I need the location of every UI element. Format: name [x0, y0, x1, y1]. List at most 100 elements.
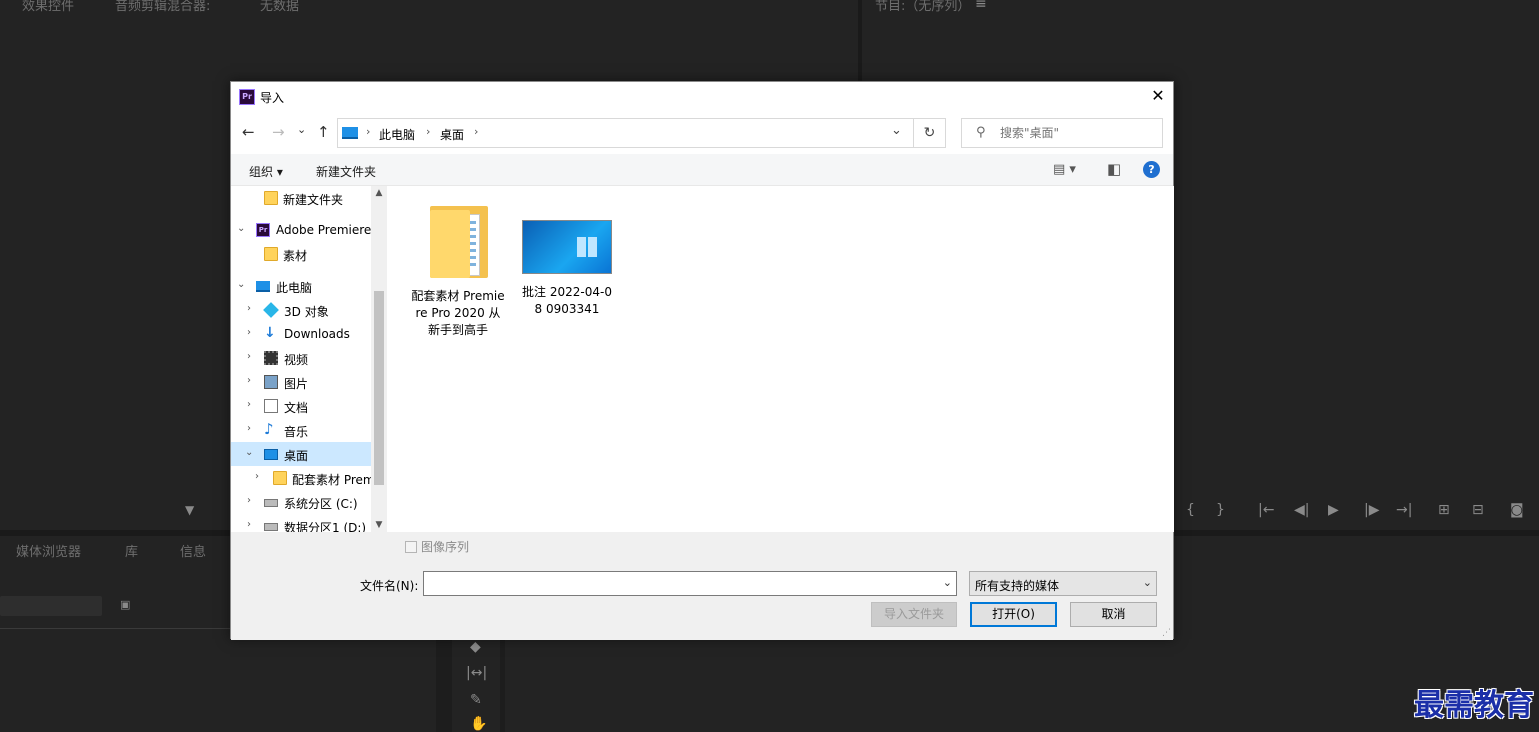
- navigation-pane: 新建文件夹 ⌄ Pr Adobe Premiere 素材 ⌄ 此电脑 › 3D …: [231, 186, 387, 532]
- view-options-icon[interactable]: ▤ ▾: [1053, 162, 1076, 177]
- filename-input[interactable]: ⌄: [423, 571, 957, 596]
- program-monitor-title[interactable]: 节目:（无序列）: [875, 0, 970, 14]
- search-box[interactable]: ⚲: [961, 118, 1163, 148]
- extract-icon[interactable]: ⊟: [1472, 502, 1484, 518]
- tree-item-pictures[interactable]: › 图片: [231, 370, 371, 394]
- scroll-down-icon[interactable]: ▼: [371, 520, 387, 530]
- folder-icon: [264, 247, 278, 261]
- slip-tool-icon[interactable]: |↔|: [466, 665, 487, 681]
- tree-item-desktop[interactable]: ⌄ 桌面: [231, 442, 371, 466]
- tree-item-drive-d[interactable]: › 数据分区1 (D:): [231, 514, 371, 532]
- add-marker-icon[interactable]: ▼: [185, 503, 194, 517]
- recent-locations-icon[interactable]: ⌄: [297, 123, 306, 136]
- hand-tool-icon[interactable]: ✋: [470, 716, 487, 732]
- desktop-icon: [264, 449, 278, 460]
- breadcrumb-this-pc[interactable]: 此电脑: [379, 126, 415, 143]
- chevron-down-icon[interactable]: ⌄: [1143, 576, 1152, 589]
- tree-item-premiere-materials[interactable]: › 配套素材 Prem: [231, 466, 371, 490]
- computer-icon: [256, 281, 270, 292]
- tree-item-music[interactable]: › ♪ 音乐: [231, 418, 371, 442]
- chevron-right-icon[interactable]: ›: [247, 327, 251, 338]
- new-folder-button[interactable]: 新建文件夹: [316, 163, 376, 180]
- step-forward-icon[interactable]: |▶: [1364, 502, 1379, 518]
- chevron-right-icon[interactable]: ›: [247, 351, 251, 362]
- mark-out-icon[interactable]: }: [1216, 502, 1225, 518]
- tree-item-downloads[interactable]: › ↓ Downloads: [231, 322, 371, 346]
- chevron-right-icon[interactable]: ›: [255, 471, 259, 482]
- chevron-right-icon[interactable]: ›: [247, 519, 251, 530]
- export-frame-icon[interactable]: ◙: [1510, 502, 1524, 518]
- cube-icon: [263, 302, 279, 318]
- chevron-right-icon[interactable]: ›: [247, 423, 251, 434]
- refresh-button[interactable]: ↻: [914, 118, 946, 148]
- drive-icon: [264, 523, 278, 531]
- scrollbar-thumb[interactable]: [374, 291, 384, 485]
- help-icon[interactable]: ?: [1143, 161, 1160, 178]
- cancel-button[interactable]: 取消: [1070, 602, 1157, 627]
- razor-tool-icon[interactable]: ◆: [470, 639, 481, 655]
- play-icon[interactable]: ▶: [1328, 502, 1339, 518]
- file-type-value: 所有支持的媒体: [975, 579, 1060, 593]
- tree-item-label: 图片: [284, 377, 309, 391]
- image-thumbnail-icon: [522, 220, 612, 274]
- chevron-down-icon[interactable]: ⌄: [237, 223, 245, 234]
- tree-item-label: 系统分区 (C:): [284, 497, 358, 511]
- tree-item-adobe-premiere[interactable]: ⌄ Pr Adobe Premiere: [231, 218, 371, 242]
- breadcrumb-separator-icon[interactable]: ›: [474, 125, 478, 138]
- tab-libraries[interactable]: 库: [125, 541, 138, 560]
- step-back-icon[interactable]: ◀|: [1294, 502, 1309, 518]
- tab-effect-controls[interactable]: 效果控件: [22, 0, 74, 14]
- dialog-titlebar[interactable]: Pr 导入 ✕: [231, 82, 1173, 110]
- tree-item-label: Downloads: [284, 327, 350, 341]
- file-type-select[interactable]: 所有支持的媒体 ⌄: [969, 571, 1157, 596]
- chevron-right-icon[interactable]: ›: [247, 399, 251, 410]
- file-item-image[interactable]: 批注 2022-04-08 0903341: [519, 200, 615, 318]
- tree-item-footage[interactable]: 素材: [231, 242, 371, 266]
- breadcrumb-separator-icon[interactable]: ›: [366, 125, 370, 138]
- breadcrumb-desktop[interactable]: 桌面: [440, 126, 464, 143]
- forward-arrow-icon[interactable]: →: [272, 123, 285, 141]
- chevron-right-icon[interactable]: ›: [247, 375, 251, 386]
- breadcrumb-separator-icon[interactable]: ›: [426, 125, 430, 138]
- mark-in-icon[interactable]: {: [1186, 502, 1195, 518]
- organize-menu[interactable]: 组织 ▾: [249, 163, 283, 180]
- up-arrow-icon[interactable]: ↑: [317, 123, 330, 141]
- address-dropdown-icon[interactable]: ⌄: [891, 123, 902, 138]
- tab-audio-clip-mixer[interactable]: 音频剪辑混合器:: [115, 0, 210, 14]
- project-search-field[interactable]: [0, 596, 102, 616]
- image-sequence-label: 图像序列: [421, 540, 470, 554]
- lift-icon[interactable]: ⊞: [1438, 502, 1450, 518]
- tab-media-browser[interactable]: 媒体浏览器: [16, 541, 81, 560]
- file-item-folder[interactable]: 配套素材 Premiere Pro 2020 从新手到高手: [410, 200, 506, 339]
- import-folder-button[interactable]: 导入文件夹: [871, 602, 957, 627]
- tree-item-new-folder[interactable]: 新建文件夹: [231, 186, 371, 210]
- new-bin-icon[interactable]: ▣: [120, 598, 130, 611]
- tree-item-drive-c[interactable]: › 系统分区 (C:): [231, 490, 371, 514]
- tree-item-this-pc[interactable]: ⌄ 此电脑: [231, 274, 371, 298]
- tree-item-videos[interactable]: › 视频: [231, 346, 371, 370]
- chevron-right-icon[interactable]: ›: [247, 303, 251, 314]
- panel-menu-icon[interactable]: ≡: [975, 0, 987, 12]
- chevron-right-icon[interactable]: ›: [247, 495, 251, 506]
- image-sequence-checkbox[interactable]: [405, 541, 417, 553]
- preview-pane-icon[interactable]: ◧: [1107, 160, 1121, 178]
- chevron-down-icon[interactable]: ⌄: [245, 447, 253, 458]
- pen-tool-icon[interactable]: ✎: [470, 692, 482, 708]
- resize-grip-icon[interactable]: ⋰: [1162, 628, 1171, 638]
- search-input[interactable]: [1000, 126, 1150, 140]
- open-button[interactable]: 打开(O): [970, 602, 1057, 627]
- tab-info[interactable]: 信息: [180, 541, 206, 560]
- scroll-up-icon[interactable]: ▲: [371, 188, 387, 198]
- navigation-row: ← → ⌄ ↑ › 此电脑 › 桌面 › ⌄ ↻ ⚲: [231, 116, 1173, 148]
- close-button[interactable]: ✕: [1143, 82, 1173, 110]
- tree-item-3d-objects[interactable]: › 3D 对象: [231, 298, 371, 322]
- go-to-out-icon[interactable]: →|: [1396, 502, 1412, 518]
- go-to-in-icon[interactable]: |←: [1258, 502, 1274, 518]
- tree-item-documents[interactable]: › 文档: [231, 394, 371, 418]
- chevron-down-icon[interactable]: ⌄: [237, 279, 245, 290]
- address-bar[interactable]: › 此电脑 › 桌面 › ⌄: [337, 118, 914, 148]
- picture-icon: [264, 375, 278, 389]
- navigation-scrollbar[interactable]: ▲ ▼: [371, 186, 387, 532]
- back-arrow-icon[interactable]: ←: [242, 123, 255, 141]
- chevron-down-icon[interactable]: ⌄: [943, 576, 952, 589]
